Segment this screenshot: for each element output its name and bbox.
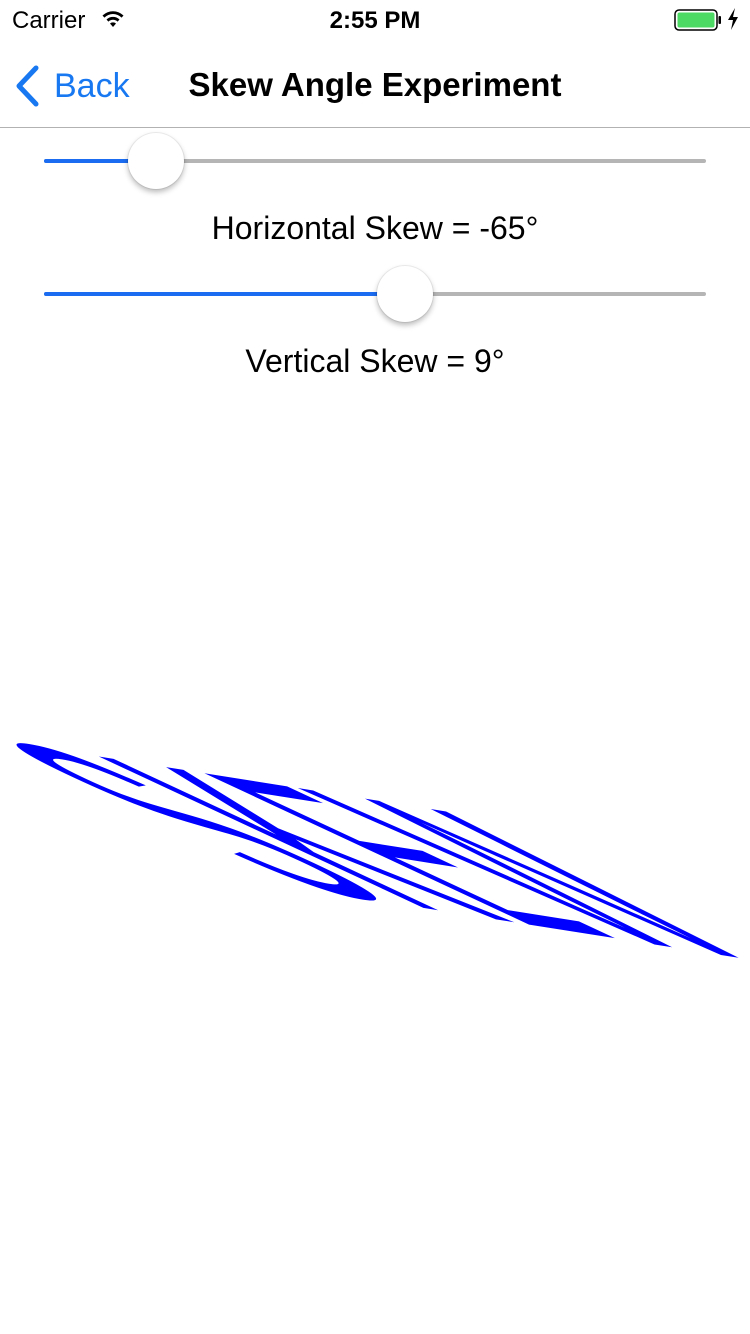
horizontal-skew-slider[interactable] [44, 130, 706, 190]
status-bar: Carrier 2:55 PM [0, 0, 750, 40]
slider-thumb[interactable] [377, 266, 434, 322]
clock: 2:55 PM [329, 7, 421, 34]
vertical-skew-slider[interactable] [44, 263, 706, 323]
charging-bolt-icon [726, 7, 740, 36]
skew-canvas: SKEW [0, 420, 750, 1120]
slider-thumb[interactable] [128, 133, 185, 189]
page-title: Skew Angle Experiment [188, 66, 562, 103]
skewed-text: SKEW [0, 690, 750, 1010]
slider-track-fill [44, 292, 406, 296]
horizontal-skew-label: Horizontal Skew = -65° [211, 210, 539, 246]
battery-icon [674, 9, 722, 36]
navigation-bar: Back Skew Angle Experiment [0, 40, 750, 128]
vertical-skew-label: Vertical Skew = 9° [245, 343, 505, 379]
screen: Carrier 2:55 PM Back Skew Angle Experime… [0, 0, 750, 1334]
